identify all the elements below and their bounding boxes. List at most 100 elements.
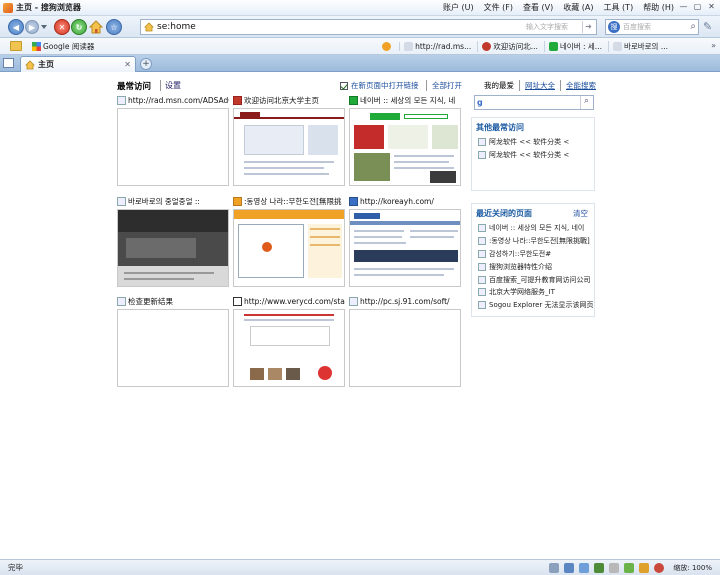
- google-search-input[interactable]: g ⌕: [474, 95, 594, 110]
- open-in-new-checkbox[interactable]: [340, 81, 348, 90]
- stop-button[interactable]: ✕: [54, 19, 70, 35]
- reload-button[interactable]: ↻: [71, 19, 87, 35]
- menu-favorites[interactable]: 收藏 (A): [563, 2, 593, 13]
- open-in-new-option[interactable]: 在新页面中打开链接: [340, 80, 419, 91]
- list-item[interactable]: 감성하기::무한도전#: [472, 248, 594, 261]
- search-engine-icon[interactable]: 搜: [608, 21, 620, 33]
- sogou-logo-icon: [3, 2, 13, 13]
- list-item[interactable]: 阿龙软件 << 软件分类 <: [472, 149, 594, 162]
- list-item[interactable]: 北京大学网络服务_IT: [472, 286, 594, 299]
- home-icon: [25, 59, 35, 69]
- bookmark-label: http://rad.ms...: [415, 42, 472, 51]
- more-bookmarks-icon[interactable]: »: [711, 41, 716, 50]
- thumbnail-tile[interactable]: :동영상 나라::무한도전[無限挑: [233, 196, 345, 287]
- list-item[interactable]: 百度搜索_可提升教育网访问公司: [472, 273, 594, 286]
- menu-tools[interactable]: 工具 (T): [604, 2, 634, 13]
- security-icon[interactable]: [549, 563, 559, 573]
- menu-file[interactable]: 文件 (F): [484, 2, 513, 13]
- menu-account[interactable]: 账户 (U): [443, 2, 474, 13]
- thumbnail-tile[interactable]: http://www.verycd.com/sta: [233, 296, 345, 387]
- favorites-folder-icon[interactable]: [10, 41, 22, 51]
- list-item[interactable]: 阿龙软件 << 软件分类 <: [472, 136, 594, 149]
- address-search-hint: 输入文字搜索: [526, 23, 568, 31]
- minimize-button[interactable]: —: [677, 1, 690, 13]
- thumbnail-tile[interactable]: 欢迎访问北京大学主页: [233, 95, 345, 186]
- speed-icon[interactable]: [594, 563, 604, 573]
- thumbnail-tile[interactable]: http://rad.msn.com/ADSAdC: [117, 95, 229, 186]
- list-item[interactable]: 네이버 :: 세상의 모든 지식, 네이: [472, 222, 594, 235]
- thumbnail-preview[interactable]: [233, 108, 345, 186]
- thumbnail-tile[interactable]: 네이버 :: 세상의 모든 지식, 네: [349, 95, 461, 186]
- search-icon[interactable]: ⌕: [580, 96, 592, 109]
- naver-icon: [548, 42, 558, 51]
- window-title: 主页 - 搜狗浏览器: [16, 3, 81, 12]
- thumbnail-preview[interactable]: [117, 309, 229, 387]
- open-all-link[interactable]: 全部打开: [426, 80, 462, 91]
- go-arrow-icon[interactable]: ➜: [582, 21, 594, 33]
- home-button[interactable]: [88, 19, 104, 35]
- new-tab-button[interactable]: +: [140, 58, 152, 70]
- bookmark-rss[interactable]: [378, 42, 393, 51]
- list-item[interactable]: 搜狗浏览器特性介绍: [472, 260, 594, 273]
- favorites-button[interactable]: ☆: [106, 19, 122, 35]
- notification-icon[interactable]: [639, 563, 649, 573]
- address-value[interactable]: se:home: [157, 22, 196, 32]
- thumbnail-preview[interactable]: [233, 209, 345, 287]
- forward-button[interactable]: ▶: [25, 20, 39, 34]
- history-dropdown-icon[interactable]: [41, 25, 47, 29]
- my-favorites-link[interactable]: 我的最爱: [484, 80, 519, 91]
- bookmark-item[interactable]: http://rad.ms...: [399, 42, 471, 51]
- pencil-icon[interactable]: ✎: [703, 20, 712, 33]
- close-tab-icon[interactable]: ✕: [124, 60, 131, 69]
- tab-home[interactable]: 主页 ✕: [20, 56, 136, 72]
- clear-recent-link[interactable]: 清空: [573, 208, 588, 219]
- thumbnail-caption: http://pc.sj.91.com/soft/: [360, 297, 450, 306]
- thumbnail-tile[interactable]: http://koreayh.com/: [349, 196, 461, 287]
- close-button[interactable]: ✕: [705, 1, 718, 13]
- address-bar[interactable]: se:home 输入文字搜索 ➜: [140, 19, 597, 35]
- thumbnail-caption: 바로바로의 중얼중얼 ::: [128, 197, 200, 206]
- thumbnail-preview[interactable]: [117, 209, 229, 287]
- thumbnail-tile[interactable]: http://pc.sj.91.com/soft/: [349, 296, 461, 387]
- adblock-icon[interactable]: [624, 563, 634, 573]
- download-icon[interactable]: [564, 563, 574, 573]
- navigation-toolbar: ◀ ▶ ✕ ↻ ☆ se:home 输入文字搜索 ➜ 搜 百度搜索 ⌕ ✎: [0, 16, 720, 38]
- screenshot-icon[interactable]: [609, 563, 619, 573]
- thumbnail-preview[interactable]: [117, 108, 229, 186]
- google-icon[interactable]: g: [477, 98, 483, 107]
- zoom-level[interactable]: 缩放: 100%: [673, 563, 712, 573]
- open-in-new-label: 在新页面中打开链接: [351, 81, 419, 90]
- recorder-icon[interactable]: [654, 563, 664, 573]
- back-button[interactable]: ◀: [8, 19, 24, 35]
- list-item-label: 搜狗浏览器特性介绍: [489, 262, 552, 271]
- bookmark-google-reader[interactable]: Google 阅读器: [32, 41, 94, 52]
- sound-icon[interactable]: [579, 563, 589, 573]
- search-icon[interactable]: ⌕: [690, 21, 696, 32]
- thumbnail-preview[interactable]: [349, 209, 461, 287]
- settings-link[interactable]: 设置: [160, 80, 181, 91]
- menu-view[interactable]: 查看 (V): [523, 2, 553, 13]
- list-item[interactable]: Sogou Explorer 无法显示该网页: [472, 299, 594, 312]
- menu-help[interactable]: 帮助 (H): [643, 2, 674, 13]
- universal-search-link[interactable]: 全能搜索: [560, 80, 601, 91]
- page-icon: [612, 42, 622, 51]
- page-icon: [478, 288, 486, 297]
- search-placeholder: 百度搜索: [623, 23, 651, 31]
- url-directory-link[interactable]: 网址大全: [519, 80, 560, 91]
- bookmarks-right-group: http://rad.ms... 欢迎访问北... 네이버 : 세... 바로바…: [378, 38, 668, 55]
- search-box[interactable]: 搜 百度搜索 ⌕: [605, 19, 699, 35]
- thumbnail-preview[interactable]: [349, 309, 461, 387]
- rss-icon: [382, 42, 392, 51]
- list-item[interactable]: :동영상 나라::무한도전[無限挑戰]: [472, 235, 594, 248]
- thumbnail-tile[interactable]: 바로바로의 중얼중얼 ::: [117, 196, 229, 287]
- bookmark-item[interactable]: 欢迎访问北...: [477, 41, 538, 52]
- bookmark-item[interactable]: 바로바로의 ...: [607, 41, 668, 52]
- thumbnail-tile[interactable]: 检查更新结果: [117, 296, 229, 387]
- bookmark-item[interactable]: 네이버 : 세...: [543, 41, 602, 52]
- thumbnail-preview[interactable]: [233, 309, 345, 387]
- sidebar-toggle-icon[interactable]: [3, 58, 14, 68]
- status-bar: 完毕 缩放: 100%: [0, 559, 720, 575]
- thumbnail-preview[interactable]: [349, 108, 461, 186]
- pku-icon: [482, 42, 492, 51]
- maximize-button[interactable]: ▢: [691, 1, 704, 13]
